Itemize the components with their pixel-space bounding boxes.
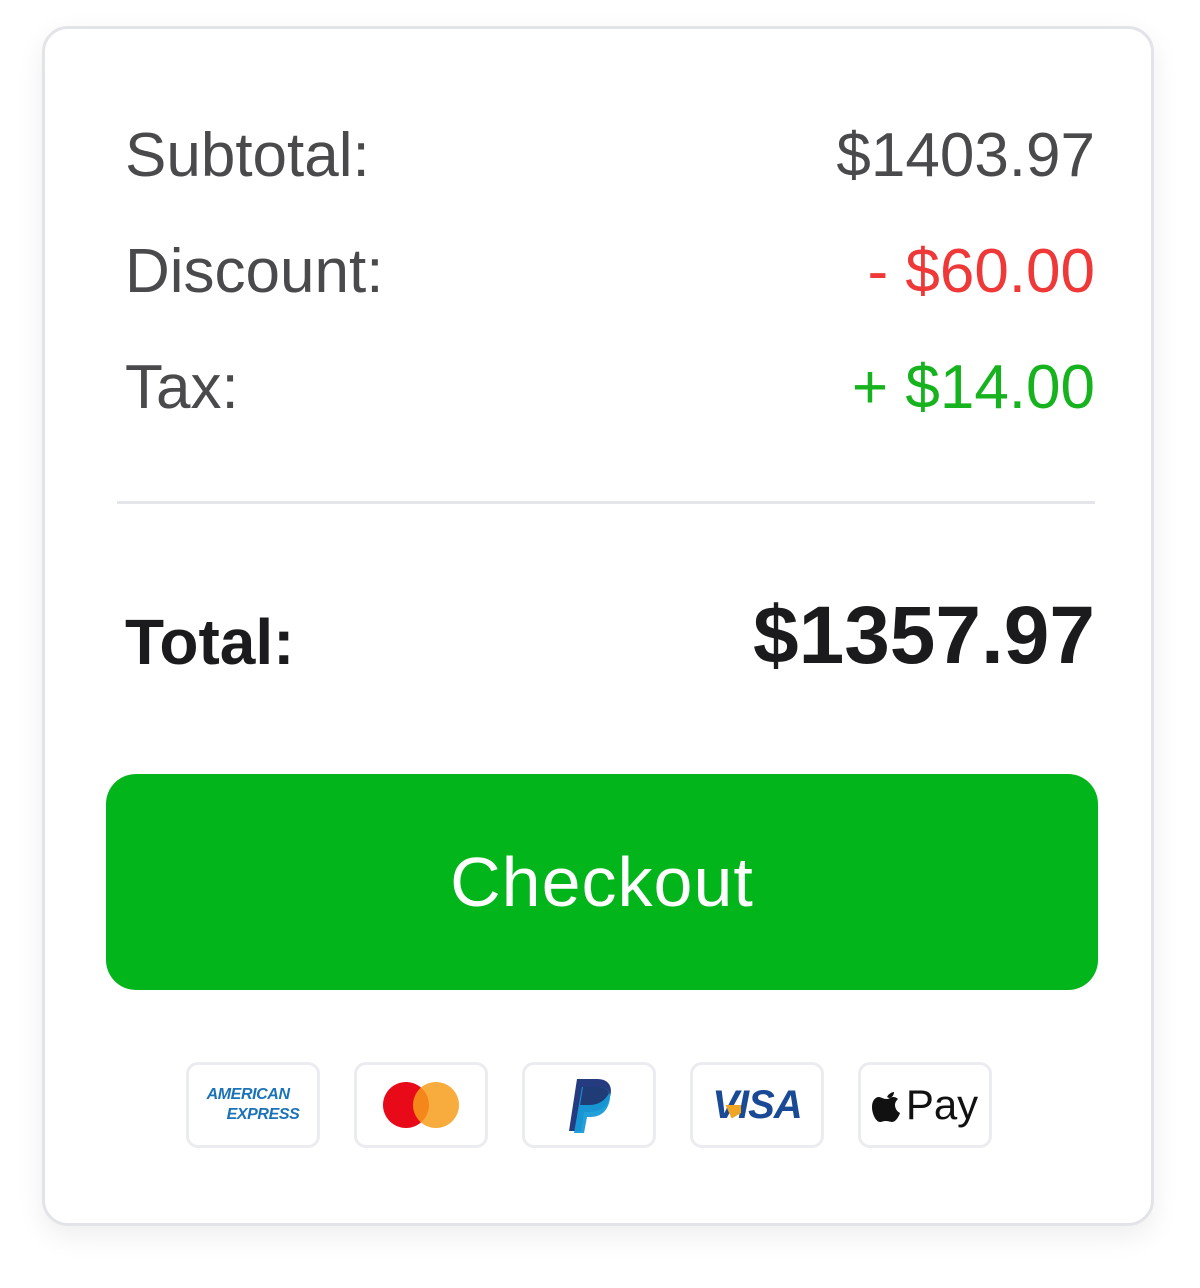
tax-row: Tax: + $14.00 bbox=[125, 357, 1095, 419]
total-value: $1357.97 bbox=[752, 590, 1095, 681]
apple-logo-icon bbox=[871, 1092, 900, 1122]
mastercard-icon bbox=[354, 1062, 488, 1148]
amex-line1: AMERICAN bbox=[206, 1086, 290, 1103]
tax-label: Tax: bbox=[125, 353, 239, 422]
paypal-icon bbox=[522, 1062, 656, 1148]
discount-label: Discount: bbox=[125, 237, 384, 306]
amex-line2: EXPRESS bbox=[226, 1106, 300, 1123]
discount-row: Discount: - $60.00 bbox=[125, 241, 1095, 303]
apple-pay-label: Pay bbox=[905, 1081, 979, 1128]
summary-divider bbox=[117, 501, 1095, 504]
subtotal-row: Subtotal: $1403.97 bbox=[125, 125, 1095, 187]
checkout-button[interactable]: Checkout bbox=[106, 774, 1098, 990]
visa-icon: VISA bbox=[690, 1062, 824, 1148]
order-summary-card: Subtotal: $1403.97 Discount: - $60.00 Ta… bbox=[42, 26, 1154, 1226]
payment-methods: AMERICAN EXPRESS VISA Pay bbox=[186, 1062, 992, 1148]
total-label: Total: bbox=[125, 606, 295, 678]
tax-value: + $14.00 bbox=[851, 353, 1095, 422]
subtotal-label: Subtotal: bbox=[125, 121, 370, 190]
discount-value: - $60.00 bbox=[867, 237, 1095, 306]
subtotal-value: $1403.97 bbox=[836, 121, 1095, 190]
total-row: Total: $1357.97 bbox=[125, 595, 1095, 677]
apple-pay-icon: Pay bbox=[858, 1062, 992, 1148]
american-express-icon: AMERICAN EXPRESS bbox=[186, 1062, 320, 1148]
